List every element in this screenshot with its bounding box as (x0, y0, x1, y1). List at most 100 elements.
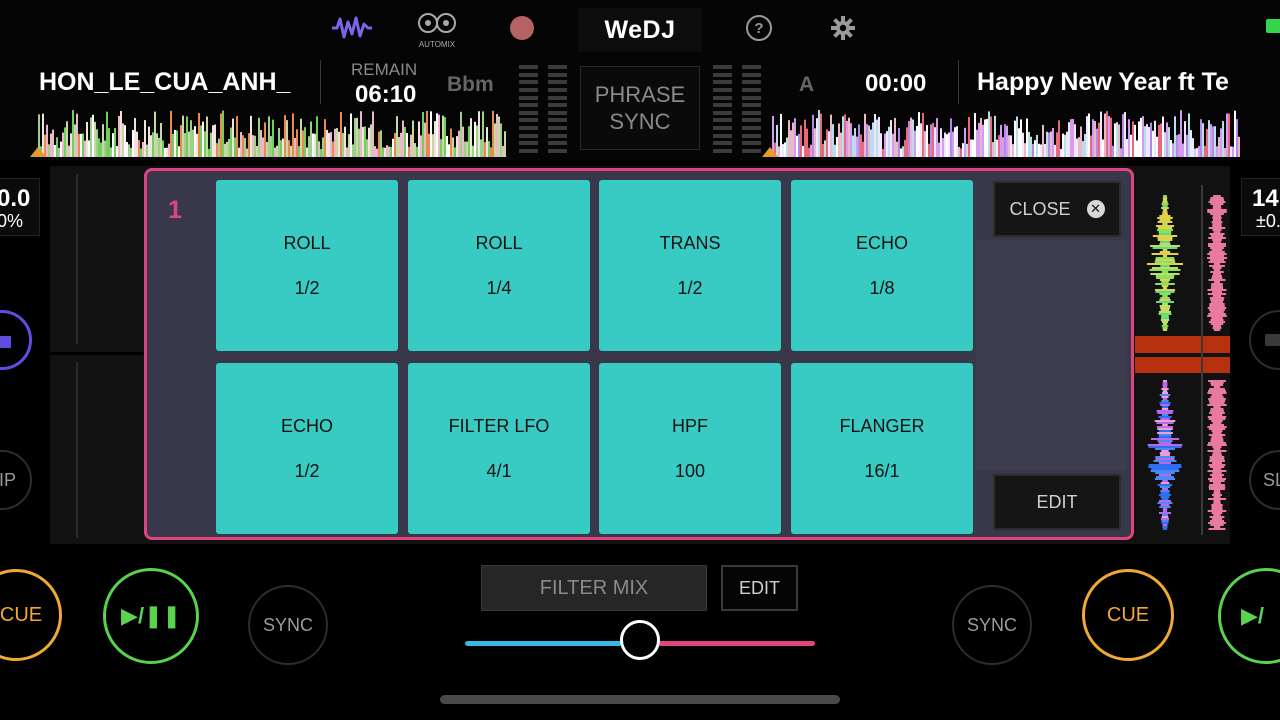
waveform-bar (154, 111, 156, 157)
zoom-waveform-bar (1212, 267, 1222, 269)
help-button[interactable]: ? (745, 10, 773, 46)
zoom-waveform-bar (1154, 478, 1176, 480)
filter-mix-button[interactable]: FILTER MIX (481, 565, 707, 611)
right-pitch-display[interactable]: 14 ±0. (1241, 178, 1280, 236)
right-track-title[interactable]: Happy New Year ft Te (977, 68, 1240, 97)
waveform-bar (350, 113, 352, 157)
left-cue-button[interactable]: CUE (0, 569, 62, 661)
left-slip-button[interactable]: IP (0, 450, 32, 510)
fx-pad[interactable]: FLANGER 16/1 (791, 363, 973, 534)
zoom-waveform-bar (1151, 253, 1179, 255)
zoom-waveform-bar (1212, 275, 1222, 277)
zoom-waveform-bar (1160, 265, 1170, 267)
right-jog-button[interactable] (1249, 310, 1280, 370)
right-slip-button[interactable]: SL (1249, 450, 1280, 510)
zoom-waveform-bar (1212, 223, 1222, 225)
zoom-waveform-bar (1161, 520, 1169, 522)
fx-pad[interactable]: ECHO 1/8 (791, 180, 973, 351)
phrase-sync-button[interactable]: PHRASE SYNC (580, 66, 700, 150)
waveform-bar (1124, 112, 1126, 157)
crossfader-knob[interactable] (620, 620, 660, 660)
waveform-bar (116, 146, 118, 157)
waveform-bar (102, 124, 104, 157)
left-playhead-marker (30, 147, 46, 157)
waveform-bar (46, 124, 48, 157)
settings-button[interactable] (829, 10, 857, 46)
waveform-bar (244, 138, 246, 157)
waveform-bar (300, 118, 302, 157)
right-jog-indicator (1265, 334, 1280, 346)
zoom-waveform-bar (1161, 207, 1169, 209)
right-playhead-marker (762, 147, 778, 157)
waveform-bar (198, 113, 200, 157)
zoom-waveform-bar (1208, 313, 1226, 315)
waveform-bar (820, 113, 822, 157)
fx-pad[interactable]: FILTER LFO 4/1 (408, 363, 590, 534)
zoom-waveform-bar (1161, 516, 1169, 518)
right-sync-button[interactable]: SYNC (952, 585, 1032, 665)
waveform-bar (1138, 121, 1140, 157)
waveform-bar (940, 128, 942, 157)
right-cue-button[interactable]: CUE (1082, 569, 1174, 661)
left-play-pause-button[interactable]: ▶/❚❚ (103, 568, 199, 664)
pad-edit-button[interactable]: EDIT (993, 474, 1121, 530)
left-track-title[interactable]: HON_LE_CUA_ANH_ (39, 68, 301, 97)
waveform-bar (862, 141, 864, 157)
fx-pad[interactable]: HPF 100 (599, 363, 781, 534)
fx-pad[interactable]: ROLL 1/4 (408, 180, 590, 351)
waveform-bar (220, 113, 222, 157)
panel-background-waveform (976, 240, 1126, 470)
zoom-waveform-bar (1208, 201, 1226, 203)
automix-icon[interactable]: AUTOMIX (414, 10, 460, 49)
zoom-waveform-bar (1212, 207, 1222, 209)
waveform-bar (90, 117, 92, 157)
left-jog-button[interactable] (0, 310, 32, 370)
waveform-bar (1114, 123, 1116, 157)
right-overview-waveform[interactable] (772, 110, 1240, 157)
waveform-bar (98, 138, 100, 157)
left-pitch-display[interactable]: 0.0 0% (0, 178, 40, 236)
zoom-waveform-bar (1150, 438, 1180, 440)
fx-pad[interactable]: ROLL 1/2 (216, 180, 398, 351)
waveform-bar (122, 123, 124, 157)
waveform-bar (150, 135, 152, 157)
zoom-waveform-bar (1210, 203, 1224, 205)
zoom-waveform-bar (1207, 245, 1227, 247)
fx-pad[interactable]: ECHO 1/2 (216, 363, 398, 534)
right-zoom-waveform[interactable] (1135, 185, 1230, 535)
record-button[interactable] (508, 10, 536, 46)
zoom-waveform-bar (1155, 283, 1175, 285)
waveform-bar (364, 126, 366, 157)
waveform-bar (290, 145, 292, 157)
close-button[interactable]: CLOSE ✕ (993, 181, 1121, 237)
waveform-bar (958, 146, 960, 157)
waveform-bar (1064, 134, 1066, 157)
left-overview-waveform[interactable] (38, 110, 506, 157)
waveform-bar (120, 110, 122, 157)
waveform-bar (448, 144, 450, 157)
waveform-bar (992, 142, 994, 157)
waveform-bar (916, 125, 918, 157)
crossfader[interactable] (465, 620, 815, 660)
waveform-bar (962, 143, 964, 157)
waveform-bar (1104, 113, 1106, 157)
waveform-bar (332, 141, 334, 157)
waveform-bar (494, 123, 496, 157)
pad-page-number[interactable]: 1 (168, 196, 182, 225)
fx-pad[interactable]: TRANS 1/2 (599, 180, 781, 351)
waveform-bar (1058, 120, 1060, 157)
waveform-icon[interactable] (330, 10, 374, 46)
waveform-bar (202, 121, 204, 157)
zoom-waveform-bar (1212, 454, 1222, 456)
zoom-waveform-bar (1213, 514, 1221, 516)
waveform-bar (292, 113, 294, 157)
waveform-bar (274, 147, 276, 157)
zoom-waveform-bar (1153, 460, 1177, 462)
zoom-waveform-bar (1209, 412, 1225, 414)
zoom-waveform-bar (1148, 464, 1182, 466)
filter-edit-button[interactable]: EDIT (721, 565, 798, 611)
right-play-pause-button[interactable]: ▶/ (1218, 568, 1280, 664)
left-sync-button[interactable]: SYNC (248, 585, 328, 665)
waveform-bar (394, 133, 396, 157)
zoom-waveform-bar (1162, 249, 1168, 251)
